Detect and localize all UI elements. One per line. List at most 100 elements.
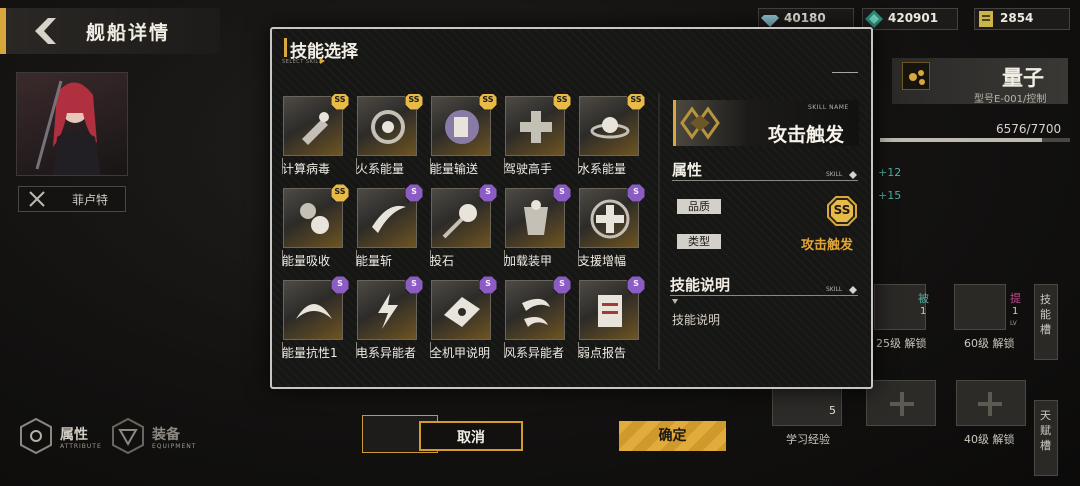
attr-section-divider — [672, 180, 858, 181]
electric-icon — [378, 293, 398, 329]
support-cross-icon — [590, 199, 630, 239]
slot-lv-b: 1 — [1012, 306, 1019, 317]
armor-icon — [524, 200, 548, 235]
skill-label: 弱点报告 — [578, 346, 627, 360]
skill-card[interactable]: SS 驾驶高手 — [504, 94, 574, 186]
confirm-button[interactable]: 确定 — [619, 421, 726, 451]
skill-card[interactable]: SS 能量吸收 — [282, 183, 352, 278]
attr-section-tag: SKILL — [826, 171, 843, 178]
skill-label: 加载装甲 — [504, 254, 553, 268]
nav-equipment-label[interactable]: 装备 — [152, 424, 180, 444]
skill-card-clipped[interactable] — [504, 370, 574, 372]
mech-book-icon — [444, 297, 480, 327]
skill-grade-text: SS — [334, 95, 346, 104]
skill-grade-badge: S — [626, 275, 646, 295]
skill-emblem-icon — [680, 106, 720, 140]
slot-badge-active: 提 — [1010, 292, 1021, 305]
skill-grade-text: S — [633, 187, 639, 196]
skill-card-clipped[interactable] — [282, 370, 352, 372]
skill-card[interactable]: SS 火系能量 — [356, 94, 426, 186]
skill-card[interactable]: SS 能量输送 — [430, 94, 500, 186]
slot-badge-passive: 被 — [918, 292, 929, 305]
skill-grade-text: S — [559, 279, 565, 288]
skill-card[interactable]: S 投石 — [430, 183, 500, 278]
resource-ticket-value: 2854 — [1000, 11, 1034, 25]
skill-grade-badge: S — [330, 275, 350, 295]
skill-card[interactable]: S 弱点报告 — [578, 275, 648, 370]
skill-grade-badge: S — [404, 275, 424, 295]
learn-exp-caption: 学习经验 — [786, 433, 830, 446]
plus-icon — [890, 392, 914, 416]
skill-grid-scrollbar[interactable] — [658, 93, 660, 370]
skill-card[interactable]: S 加载装甲 — [504, 183, 574, 278]
skill-grade-text: SS — [482, 95, 494, 104]
unlock-25-caption: 25级 解锁 — [876, 337, 927, 350]
ship-xp-bar — [880, 138, 1070, 142]
attribute-hex-icon[interactable] — [18, 418, 54, 454]
skill-grade-badge: S — [478, 183, 498, 203]
skill-grade-badge: S — [552, 183, 572, 203]
slash-icon — [372, 205, 406, 233]
skill-grade-text: S — [559, 187, 565, 196]
rock-throw-icon — [442, 204, 477, 239]
ticket-icon — [979, 11, 993, 27]
modal-subtitle-arrow-icon — [320, 58, 325, 64]
skill-grade-badge: S — [404, 183, 424, 203]
skill-card[interactable]: S 风系异能者 — [504, 275, 574, 370]
modal-subtitle: SELECT SKILL — [282, 59, 322, 65]
skill-card[interactable]: SS 水系能量 — [578, 94, 648, 186]
skill-card-clipped[interactable] — [430, 370, 500, 372]
skill-card[interactable]: S 能量斩 — [356, 183, 426, 278]
skill-label: 投石 — [430, 254, 455, 268]
cancel-button[interactable]: 取消 — [419, 421, 523, 451]
coin-absorb-icon — [300, 203, 329, 234]
skill-grade-badge: SS — [478, 94, 498, 111]
nav-attribute-label[interactable]: 属性 — [60, 424, 88, 444]
skill-label: 能量吸收 — [282, 254, 331, 268]
skill-card[interactable]: S 能量抗性1 — [282, 275, 352, 370]
desc-section-title: 技能说明 — [670, 276, 731, 294]
skill-grade-text: S — [411, 279, 417, 288]
section-diamond-icon — [849, 286, 857, 294]
character-portrait[interactable] — [16, 72, 128, 176]
equipment-hex-icon[interactable] — [110, 418, 146, 454]
skill-grade-badge: S — [552, 275, 572, 295]
skill-grade-badge: S — [478, 275, 498, 295]
virus-icon — [302, 112, 329, 145]
skill-card[interactable]: SS 计算病毒 — [282, 94, 352, 186]
modal-title-accent — [284, 38, 287, 57]
skill-grade-badge: SS — [330, 94, 350, 111]
skill-card[interactable]: S 电系异能者 — [356, 275, 426, 370]
skill-label: 能量斩 — [356, 254, 393, 268]
gem-icon — [865, 10, 883, 28]
skill-grade-badge: SS — [404, 94, 424, 111]
water-energy-icon — [590, 117, 630, 139]
skill-label: 风系异能者 — [504, 346, 565, 360]
learn-exp-level: 5 — [829, 404, 836, 417]
skill-label: 水系能量 — [578, 162, 627, 176]
skill-label: 驾驶高手 — [504, 162, 553, 176]
skill-card[interactable]: S 全机甲说明 — [430, 275, 500, 370]
skill-card-clipped[interactable] — [578, 370, 648, 372]
skill-card-clipped[interactable] — [356, 370, 426, 372]
skill-label: 计算病毒 — [282, 162, 331, 176]
resist-icon — [296, 304, 332, 319]
skill-grade-text: SS — [556, 95, 568, 104]
unlock-40-caption: 40级 解锁 — [964, 433, 1015, 446]
header-divider — [832, 72, 858, 73]
back-arrow-icon[interactable] — [30, 16, 58, 46]
quality-label: 品质 — [688, 200, 710, 213]
slot-lv-a: 1 — [920, 306, 927, 317]
skill-slot-2[interactable] — [954, 284, 1006, 330]
detail-skill-name: 攻击触发 — [768, 124, 845, 146]
skill-grid[interactable]: SS 计算病毒 SS 火系能量 SS 能量输送 SS 驾驶高手 SS 水系能量 SS 能量吸收 S 能量斩… — [282, 94, 662, 372]
skill-grade-text: S — [485, 187, 491, 196]
ship-emblem-icon — [902, 62, 930, 90]
nav-equipment-sub: EQUIPMENT — [152, 443, 197, 450]
skill-grade-text: SS — [334, 187, 346, 196]
quality-grade-badge: SS — [827, 196, 857, 226]
skill-card[interactable]: S 支援增幅 — [578, 183, 648, 278]
type-label: 类型 — [688, 235, 710, 248]
skill-label: 能量抗性1 — [282, 346, 338, 360]
desc-section-tag: SKILL — [826, 286, 843, 293]
